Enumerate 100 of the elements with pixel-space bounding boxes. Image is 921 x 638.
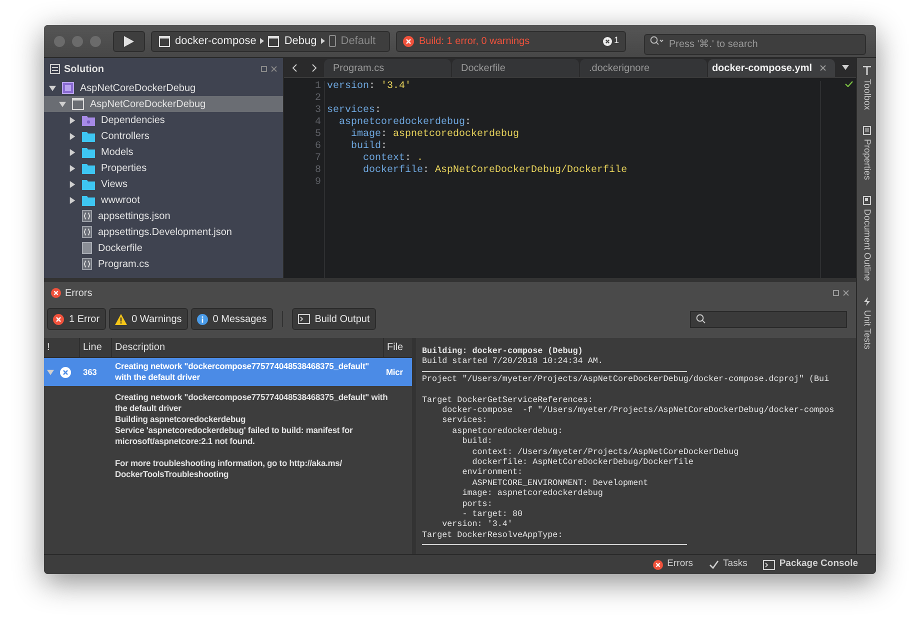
table-cell-text: Creating network "dockercompose775774048538468375_default" with the default driver xyxy=(114,361,370,383)
tree-item[interactable]: Views xyxy=(44,176,283,192)
code-line: services: xyxy=(327,105,382,116)
output-line: Building: docker-compose (Debug) xyxy=(422,346,584,356)
error-detail: Creating network "dockercompose775774048538468375_default" with the default driver Building aspnetcoredockerdebug Service 'aspnetcoredockerdebug' failed to build: manifest for microsoft/aspnetcore:2.1 not found. xyxy=(115,392,389,447)
outline-icon xyxy=(862,196,870,206)
output-line: dockerfile: AspNetCoreDockerDebug/Dockerfile xyxy=(471,457,694,468)
editor-tab[interactable]: docker-compose.yml xyxy=(708,59,835,77)
line-number: 5 xyxy=(314,129,321,141)
build-status-text: Build: 1 error, 0 warnings xyxy=(419,34,531,48)
editor-tab[interactable]: Program.cs xyxy=(324,59,451,77)
tree-item-label: Dockerfile xyxy=(98,242,142,256)
status-bar-button[interactable]: Errors xyxy=(653,557,694,572)
tree-item[interactable]: Dependencies xyxy=(44,112,283,128)
filter-button[interactable]: 0 Warnings xyxy=(108,308,188,330)
side-tab[interactable]: Unit Tests xyxy=(860,289,874,358)
tree-item[interactable]: Models xyxy=(44,144,283,160)
forward-icon[interactable] xyxy=(312,64,316,72)
error-detail: For more troubleshooting information, go to http://aka.ms/ DockerToolsTroubleshooting xyxy=(115,458,343,480)
caret-icon[interactable] xyxy=(68,180,76,188)
tree-item-label: Models xyxy=(101,146,134,160)
column-header[interactable]: ! xyxy=(44,338,80,357)
folder-icon xyxy=(82,146,95,158)
tree-item-label: Properties xyxy=(101,162,147,176)
tree-item[interactable]: Program.cs xyxy=(44,256,283,272)
maximize-icon[interactable] xyxy=(833,290,839,296)
close-icon[interactable] xyxy=(271,66,277,72)
line-number: 6 xyxy=(314,141,321,153)
caret-icon[interactable] xyxy=(68,148,76,156)
column-header[interactable]: Line xyxy=(80,338,112,357)
caret-icon[interactable] xyxy=(68,132,76,140)
column-header[interactable]: Description xyxy=(112,338,384,357)
table-cell-text: 363 xyxy=(82,366,98,378)
error-icon xyxy=(653,560,664,570)
tree-item-label: appsettings.json xyxy=(98,210,170,224)
check-icon xyxy=(709,560,720,569)
tree-item[interactable]: appsettings.json xyxy=(44,208,283,224)
status-bar-button[interactable]: Package Console xyxy=(763,557,858,572)
tree-item[interactable]: Dockerfile xyxy=(44,240,283,256)
close-icon[interactable] xyxy=(843,290,849,296)
line-number: 1 xyxy=(314,81,321,93)
side-tab[interactable]: Document Outline xyxy=(860,188,874,290)
tree-item[interactable]: AspNetCoreDockerDebug xyxy=(44,80,283,96)
editor-tab[interactable]: Dockerfile xyxy=(452,59,579,77)
code-line: aspnetcoredockerdebug: xyxy=(338,117,472,128)
caret-icon[interactable] xyxy=(58,100,66,108)
tree-item-label: AspNetCoreDockerDebug xyxy=(90,98,206,112)
editor-tab[interactable]: .dockerignore xyxy=(580,59,707,77)
search-field[interactable]: Press '⌘.' to search xyxy=(644,34,866,54)
code-line: version: '3.4' xyxy=(327,81,412,92)
maximize-icon[interactable] xyxy=(261,66,267,72)
output-line: Target DockerResolveAppType: xyxy=(422,530,564,540)
caret-icon[interactable] xyxy=(68,164,76,172)
error-count-badge[interactable]: 1 xyxy=(602,34,619,48)
code-line: dockerfile: AspNetCoreDockerDebug/Dockerfile xyxy=(362,165,628,176)
caret-icon[interactable] xyxy=(68,196,76,204)
tree-item-label: Controllers xyxy=(101,130,150,144)
side-tab[interactable]: Properties xyxy=(860,118,874,188)
tree-item[interactable]: AspNetCoreDockerDebug xyxy=(44,96,283,112)
toolbox-icon xyxy=(862,66,870,75)
side-tab-label: Unit Tests xyxy=(861,310,874,350)
tree-item[interactable]: wwwroot xyxy=(44,192,283,208)
output-line: image: aspnetcoredockerdebug xyxy=(461,488,604,499)
status-bar-button[interactable]: Tasks xyxy=(709,557,748,572)
output-line: version: '3.4' xyxy=(441,519,514,530)
braces-file-icon xyxy=(82,258,92,270)
window-icon xyxy=(268,36,280,46)
output-line: Target DockerGetServiceReferences: xyxy=(422,394,594,406)
run-button[interactable] xyxy=(113,30,145,52)
window-icon xyxy=(159,36,170,46)
tree-item-label: Views xyxy=(101,178,128,192)
terminal-icon xyxy=(298,314,310,324)
output-line: - target: 80 xyxy=(461,509,524,520)
code-line: context: . xyxy=(362,153,424,164)
build-output-button[interactable]: Build Output xyxy=(292,308,376,330)
tree-item[interactable]: appsettings.Development.json xyxy=(44,224,283,240)
filter-search-field[interactable] xyxy=(690,310,847,328)
side-tab[interactable]: Toolbox xyxy=(860,58,874,118)
column-header[interactable]: File xyxy=(384,338,412,357)
output-line: aspnetcoredockerdebug: xyxy=(451,426,564,436)
breadcrumb-item[interactable]: Debug xyxy=(268,32,317,50)
breadcrumb-item[interactable]: docker-compose xyxy=(159,32,256,50)
code-line: build: xyxy=(350,141,388,152)
tree-item[interactable]: Properties xyxy=(44,160,283,176)
output-line: Build started 7/20/2018 10:24:34 AM. xyxy=(422,356,604,367)
filter-button[interactable]: 1 Error xyxy=(47,308,106,330)
filter-button[interactable]: 0 Messages xyxy=(190,308,273,330)
tree-item-label: AspNetCoreDockerDebug xyxy=(80,82,196,96)
back-icon[interactable] xyxy=(292,64,296,72)
folder-icon xyxy=(82,130,95,142)
tree-item[interactable]: Controllers xyxy=(44,128,283,144)
check-icon xyxy=(845,81,853,87)
caret-icon[interactable] xyxy=(68,116,76,124)
caret-icon[interactable] xyxy=(48,84,56,92)
list-icon xyxy=(50,64,60,74)
close-icon[interactable] xyxy=(820,65,826,71)
dropdown-icon[interactable] xyxy=(842,65,848,70)
line-number: 3 xyxy=(314,105,321,117)
warning-icon xyxy=(114,314,127,324)
line-number: 4 xyxy=(314,117,321,129)
